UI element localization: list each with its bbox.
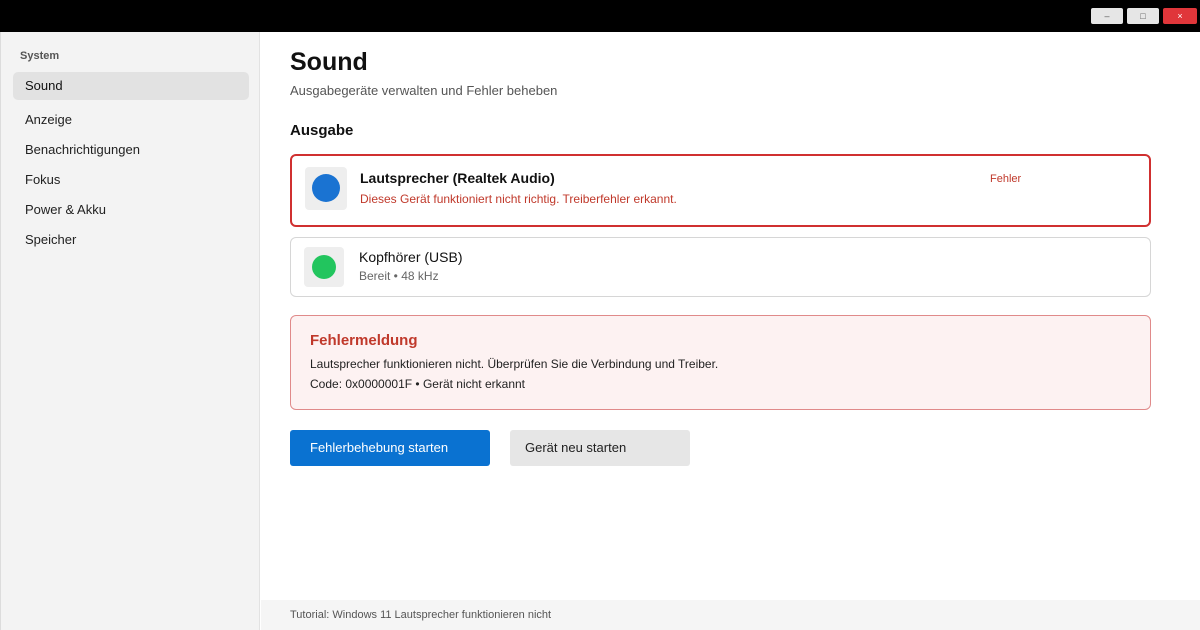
error-message-text: Lautsprecher funktionieren nicht. Überpr… xyxy=(310,357,719,371)
section-title-output: Ausgabe xyxy=(290,122,354,139)
sidebar: System Sound Anzeige Benachrichtigungen … xyxy=(0,32,260,630)
sidebar-item-sound[interactable]: Sound xyxy=(13,72,249,100)
headphones-icon-box xyxy=(304,247,344,287)
footer-caption: Tutorial: Windows 11 Lautsprecher funkti… xyxy=(290,609,552,621)
minimize-button[interactable]: – xyxy=(1091,8,1123,24)
device-status: Bereit • 48 kHz xyxy=(359,269,439,283)
speaker-icon xyxy=(312,174,340,202)
sidebar-item-power-akku[interactable]: Power & Akku xyxy=(13,196,249,224)
device-status: Dieses Gerät funktioniert nicht richtig.… xyxy=(360,192,677,206)
error-message-title: Fehlermeldung xyxy=(310,332,418,349)
device-card-headphones[interactable]: Kopfhörer (USB) Bereit • 48 kHz xyxy=(290,237,1151,297)
footer: Tutorial: Windows 11 Lautsprecher funkti… xyxy=(261,600,1200,630)
title-bar: – □ × xyxy=(0,0,1200,32)
headphones-icon xyxy=(312,255,336,279)
device-card-speaker[interactable]: Lautsprecher (Realtek Audio) Dieses Gerä… xyxy=(290,154,1151,227)
device-name: Lautsprecher (Realtek Audio) xyxy=(360,170,555,186)
sidebar-section-label: System xyxy=(20,50,60,62)
sidebar-item-speicher[interactable]: Speicher xyxy=(13,226,249,254)
speaker-icon-box xyxy=(305,167,347,210)
close-button[interactable]: × xyxy=(1163,8,1197,24)
sidebar-item-benachrichtigungen[interactable]: Benachrichtigungen xyxy=(13,136,249,164)
page-title: Sound xyxy=(290,48,368,76)
restart-device-button[interactable]: Gerät neu starten xyxy=(510,430,690,466)
main-content: Sound Ausgabegeräte verwalten und Fehler… xyxy=(261,32,1200,600)
error-badge: Fehler xyxy=(990,173,1022,185)
sidebar-item-anzeige[interactable]: Anzeige xyxy=(13,106,249,134)
start-troubleshooter-button[interactable]: Fehlerbehebung starten xyxy=(290,430,490,466)
page-subtitle: Ausgabegeräte verwalten und Fehler beheb… xyxy=(290,83,558,98)
device-name: Kopfhörer (USB) xyxy=(359,249,463,265)
error-message-box: Fehlermeldung Lautsprecher funktionieren… xyxy=(290,315,1151,410)
maximize-button[interactable]: □ xyxy=(1127,8,1159,24)
error-code-text: Code: 0x0000001F • Gerät nicht erkannt xyxy=(310,377,525,391)
sidebar-item-fokus[interactable]: Fokus xyxy=(13,166,249,194)
